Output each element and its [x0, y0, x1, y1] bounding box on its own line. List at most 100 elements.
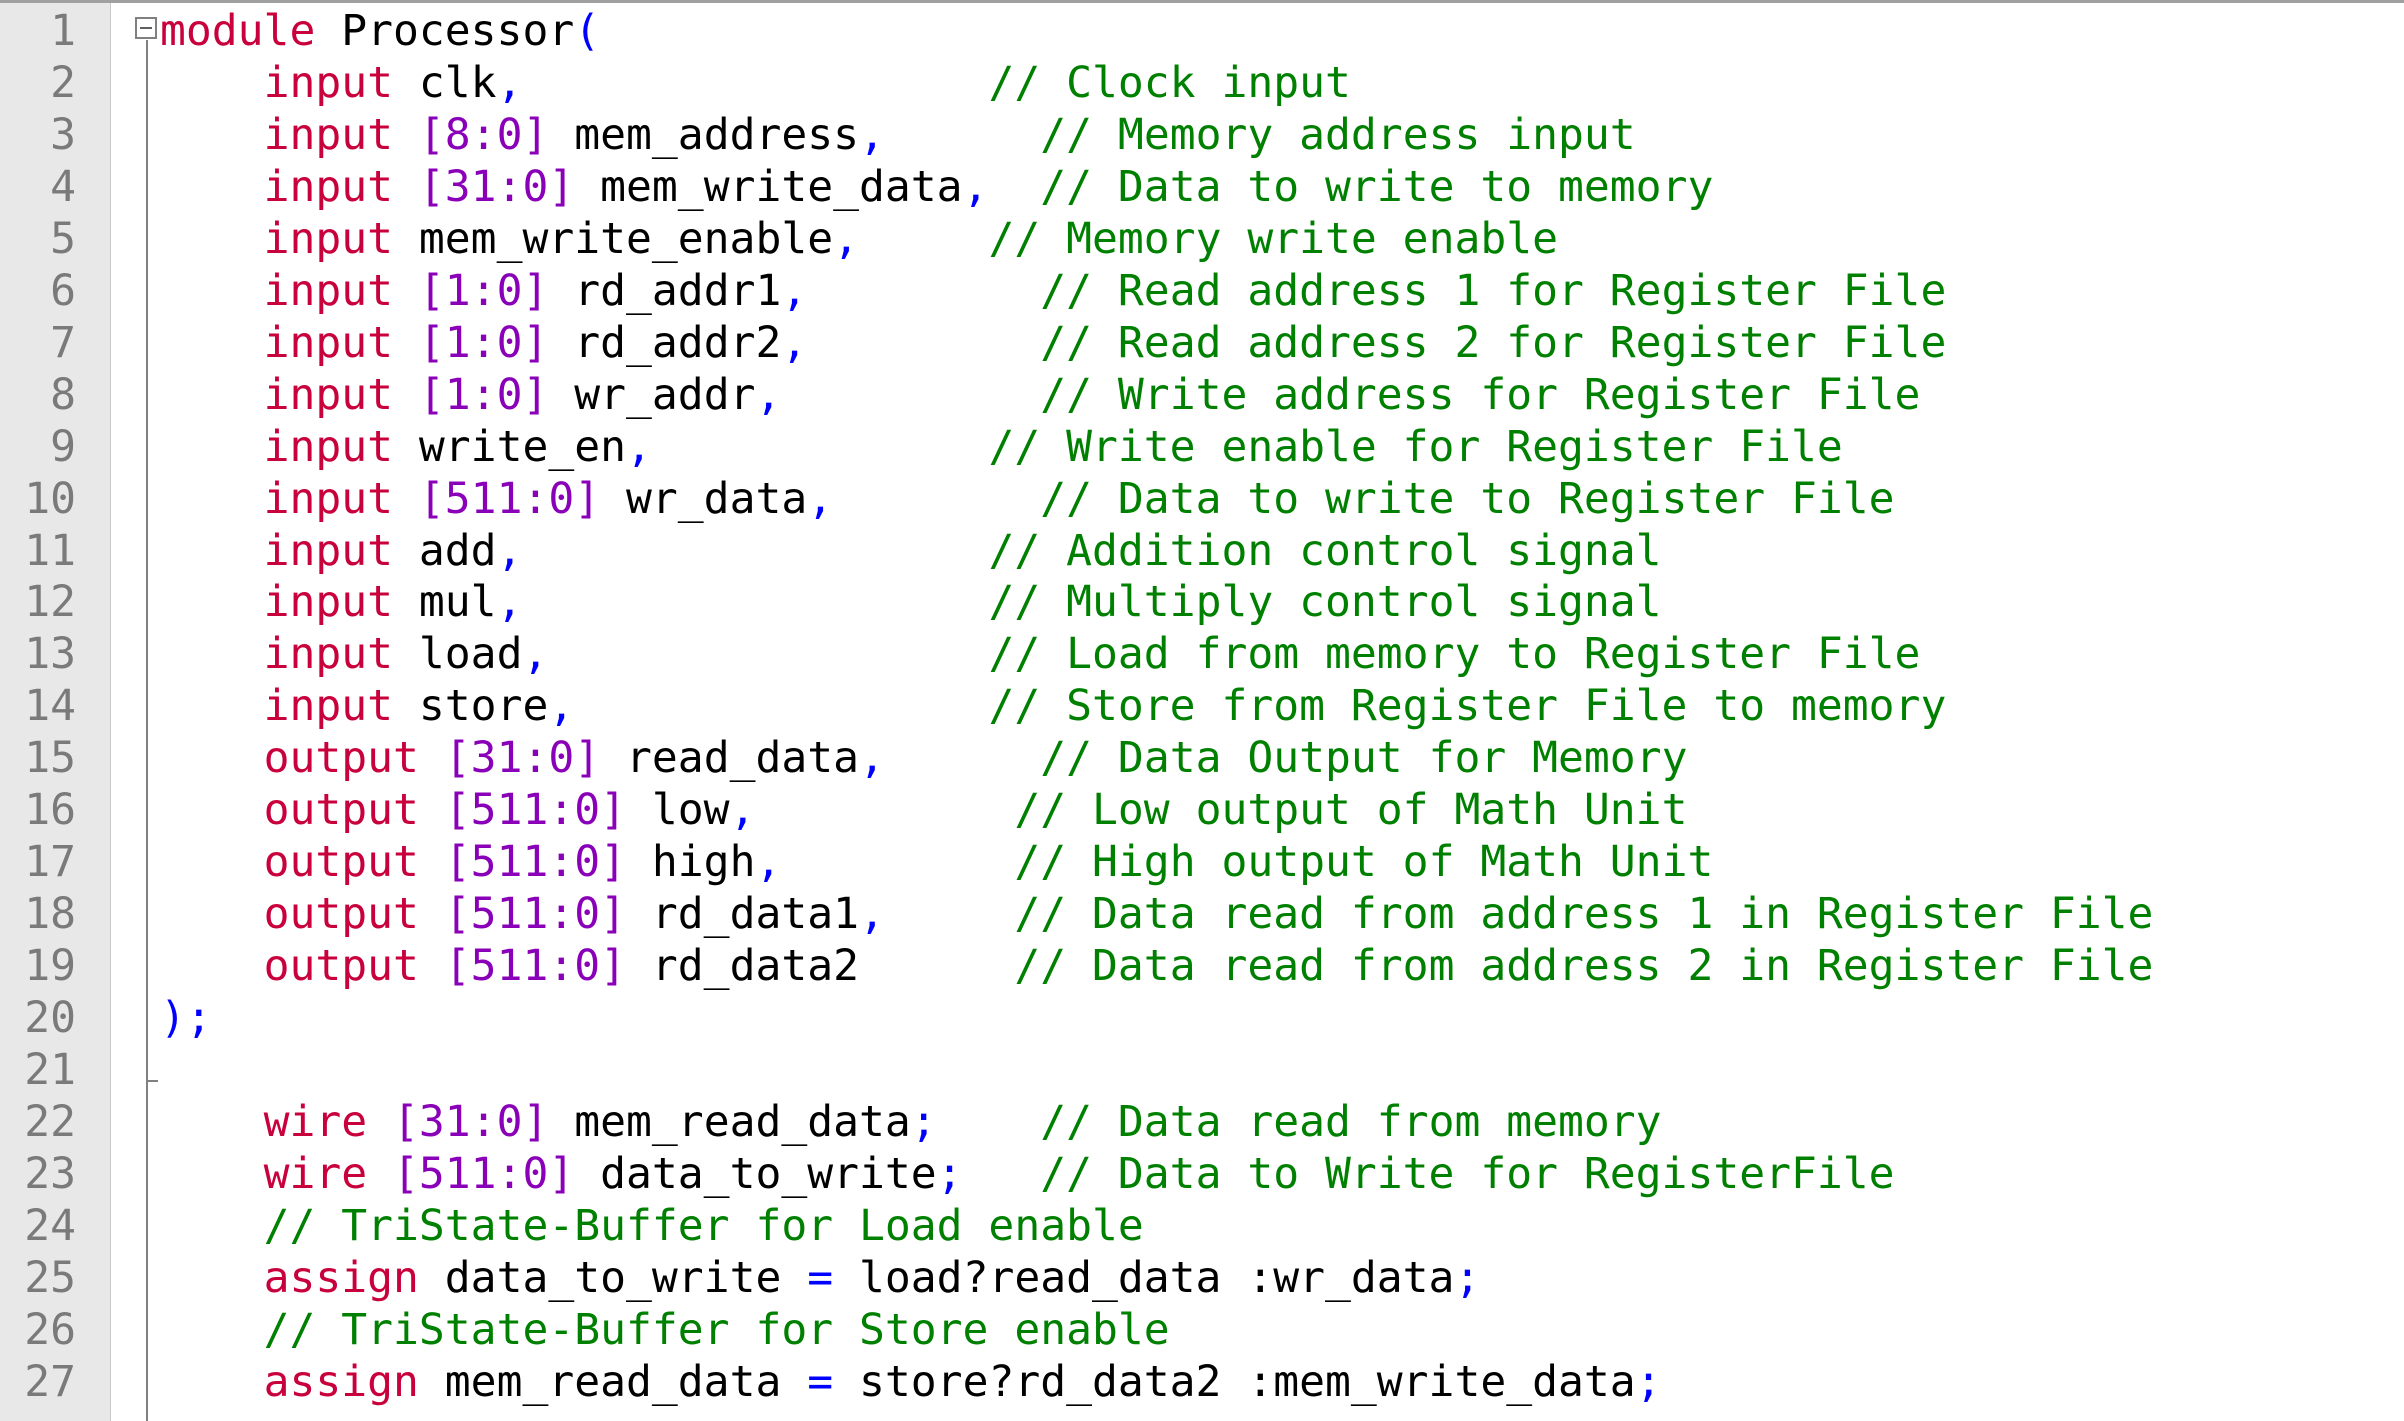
identifier-token [807, 318, 1040, 368]
keyword-token: input [263, 525, 394, 576]
line-code[interactable]: input [31:0] mem_write_data, // Data to … [160, 161, 1714, 213]
line-code[interactable]: module Processor( [160, 5, 600, 57]
line-code[interactable]: // TriState-Buffer for Store enable [160, 1304, 1170, 1356]
line-code[interactable]: wire [511:0] data_to_write; // Data to W… [160, 1148, 1895, 1200]
line-code[interactable]: ); [160, 992, 212, 1044]
line-code[interactable]: input [1:0] rd_addr1, // Read address 1 … [160, 265, 1947, 317]
code-line[interactable]: 6 input [1:0] rd_addr1, // Read address … [0, 265, 2404, 317]
operator-token: , [859, 889, 885, 940]
operator-token: , [755, 369, 782, 420]
code-line[interactable]: 26 // TriState-Buffer for Store enable [0, 1304, 2404, 1356]
line-code[interactable]: output [511:0] rd_data1, // Data read fr… [160, 888, 2154, 940]
line-code[interactable]: input mul, // Multiply control signal [160, 576, 1662, 628]
identifier-token [160, 577, 264, 627]
identifier-token [393, 162, 419, 212]
code-line[interactable]: 27 assign mem_read_data = store?rd_data2… [0, 1356, 2404, 1408]
line-number: 17 [24, 837, 76, 888]
identifier-token [833, 474, 1040, 524]
line-code[interactable]: input [1:0] rd_addr2, // Read address 2 … [160, 317, 1947, 369]
code-line[interactable]: 18 output [511:0] rd_data1, // Data read… [0, 888, 2404, 940]
operator-token: ); [160, 993, 212, 1044]
line-code[interactable]: input [1:0] wr_addr, // Write address fo… [160, 369, 1921, 421]
identifier-token [419, 733, 445, 783]
keyword-token: input [263, 681, 394, 732]
range-token: [511:0] [418, 473, 601, 524]
line-number: 16 [24, 785, 76, 836]
identifier-token [160, 214, 264, 264]
identifier-token [160, 941, 264, 991]
identifier-token [160, 681, 264, 731]
code-line[interactable]: 11 input add, // Addition control signal [0, 525, 2404, 577]
range-token: [511:0] [393, 1148, 575, 1199]
line-code[interactable]: output [511:0] rd_data2 // Data read fro… [160, 940, 2154, 992]
line-code[interactable]: input write_en, // Write enable for Regi… [160, 421, 1843, 473]
line-number: 26 [24, 1304, 76, 1355]
code-line[interactable]: 21 [0, 1044, 2404, 1096]
code-line[interactable]: 9 input write_en, // Write enable for Re… [0, 421, 2404, 473]
identifier-token [160, 370, 264, 420]
code-editor[interactable]: 1 module Processor(2 input clk, // Clock … [0, 0, 2404, 1421]
code-line[interactable]: 1 module Processor( [0, 5, 2404, 57]
line-code[interactable]: output [31:0] read_data, // Data Output … [160, 732, 1688, 784]
line-code[interactable]: output [511:0] high, // High output of M… [160, 836, 1714, 888]
line-code[interactable]: input load, // Load from memory to Regis… [160, 628, 1921, 680]
code-line[interactable]: 19 output [511:0] rd_data2 // Data read … [0, 940, 2404, 992]
code-line[interactable]: 12 input mul, // Multiply control signal [0, 576, 2404, 628]
line-code[interactable]: input store, // Store from Register File… [160, 680, 1947, 732]
identifier-token: clk [393, 57, 497, 108]
line-number: 9 [50, 421, 76, 472]
code-line[interactable]: 16 output [511:0] low, // Low output of … [0, 784, 2404, 836]
comment-token: // Data Output for Memory [1040, 733, 1688, 784]
range-token: [511:0] [444, 785, 627, 836]
code-line[interactable]: 7 input [1:0] rd_addr2, // Read address … [0, 317, 2404, 369]
operator-token: ; [1635, 1356, 1662, 1407]
operator-token: , [496, 577, 523, 628]
line-code[interactable]: input mem_write_enable, // Memory write … [160, 213, 1558, 265]
code-line[interactable]: 25 assign data_to_write = load?read_data… [0, 1252, 2404, 1304]
identifier-token: Processor [315, 6, 575, 56]
code-line[interactable]: 24 // TriState-Buffer for Load enable [0, 1200, 2404, 1252]
code-line[interactable]: 10 input [511:0] wr_data, // Data to wri… [0, 473, 2404, 525]
code-line[interactable]: 20); [0, 992, 2404, 1044]
code-line[interactable]: 2 input clk, // Clock input [0, 57, 2404, 109]
line-number: 18 [24, 889, 76, 940]
identifier-token [160, 526, 264, 576]
identifier-token [160, 785, 264, 835]
operator-token: , [807, 473, 834, 524]
comment-token: // TriState-Buffer for Load enable [263, 1200, 1144, 1251]
operator-token: = [807, 1252, 834, 1303]
code-line[interactable]: 13 input load, // Load from memory to Re… [0, 628, 2404, 680]
line-code[interactable]: // TriState-Buffer for Load enable [160, 1200, 1144, 1252]
line-code[interactable]: assign mem_read_data = store?rd_data2 :m… [160, 1356, 1662, 1408]
comment-token: // Data read from address 1 in Register … [1014, 889, 2154, 940]
operator-token: , [626, 421, 652, 472]
identifier-token [419, 785, 445, 835]
line-code[interactable]: assign data_to_write = load?read_data :w… [160, 1252, 1481, 1304]
code-line[interactable]: 23 wire [511:0] data_to_write; // Data t… [0, 1148, 2404, 1200]
line-code[interactable]: input [8:0] mem_address, // Memory addre… [160, 109, 1636, 161]
line-code[interactable]: input clk, // Clock input [160, 57, 1351, 109]
code-line[interactable]: 4 input [31:0] mem_write_data, // Data t… [0, 161, 2404, 213]
identifier-token [781, 837, 1014, 887]
keyword-token: input [263, 161, 394, 212]
code-line[interactable]: 14 input store, // Store from Register F… [0, 680, 2404, 732]
operator-token: , [548, 681, 575, 732]
code-line[interactable]: 17 output [511:0] high, // High output o… [0, 836, 2404, 888]
code-line[interactable]: 5 input mem_write_enable, // Memory writ… [0, 213, 2404, 265]
line-number: 1 [50, 6, 76, 56]
identifier-token [160, 1305, 264, 1355]
comment-token: // Clock input [988, 57, 1351, 108]
line-code[interactable]: output [511:0] low, // Low output of Mat… [160, 784, 1688, 836]
identifier-token [160, 58, 264, 108]
operator-token: , [522, 629, 549, 680]
code-line[interactable]: 22 wire [31:0] mem_read_data; // Data re… [0, 1096, 2404, 1148]
code-line[interactable]: 8 input [1:0] wr_addr, // Write address … [0, 369, 2404, 421]
code-line[interactable]: 3 input [8:0] mem_address, // Memory add… [0, 109, 2404, 161]
keyword-token: assign [263, 1252, 419, 1303]
line-code[interactable]: input add, // Addition control signal [160, 525, 1662, 577]
code-line[interactable]: 15 output [31:0] read_data, // Data Outp… [0, 732, 2404, 784]
identifier-token: mem_read_data [548, 1096, 911, 1147]
line-code[interactable]: input [511:0] wr_data, // Data to write … [160, 473, 1895, 525]
line-number: 3 [50, 109, 76, 160]
line-code[interactable]: wire [31:0] mem_read_data; // Data read … [160, 1096, 1662, 1148]
